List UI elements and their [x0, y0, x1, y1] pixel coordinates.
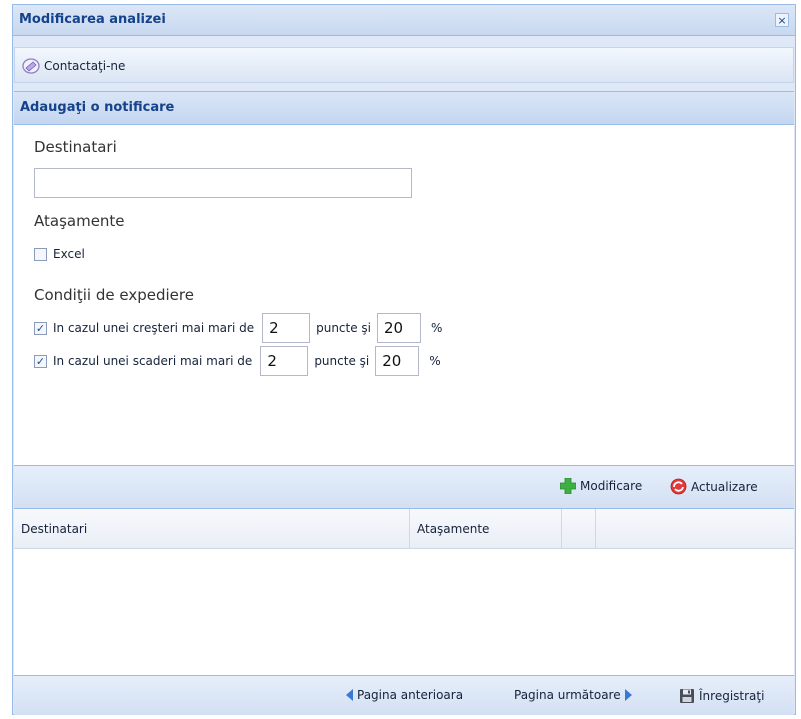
- contact-label: Contactaţi-ne: [44, 59, 126, 73]
- save-button[interactable]: Înregistraţi: [679, 688, 764, 704]
- column-header-attachments[interactable]: Ataşamente: [410, 509, 562, 548]
- add-icon: [560, 478, 576, 494]
- excel-label: Excel: [53, 247, 85, 261]
- decrease-points-input[interactable]: 2: [260, 346, 309, 376]
- conditions-label: Condiţii de expediere: [34, 286, 194, 304]
- decrease-label: In cazul unei scaderi mai mari de: [53, 354, 253, 368]
- pager-toolbar: Pagina anterioara Pagina următoare Înreg…: [14, 675, 794, 715]
- column-header-label: Ataşamente: [417, 522, 490, 536]
- modify-label: Modificare: [580, 479, 643, 493]
- increase-checkbox[interactable]: ✓: [34, 321, 47, 335]
- refresh-icon: [670, 478, 687, 495]
- attachments-label: Ataşamente: [34, 212, 125, 230]
- notification-form: Destinatari Ataşamente Excel Condiţii de…: [14, 125, 794, 465]
- contact-icon: [22, 58, 40, 74]
- refresh-label: Actualizare: [691, 479, 758, 494]
- column-header-extra[interactable]: [562, 509, 596, 548]
- save-label: Înregistraţi: [699, 689, 765, 703]
- recipients-input[interactable]: [34, 168, 412, 198]
- contact-button[interactable]: Contactaţi-ne: [21, 57, 125, 75]
- decrease-points-label: puncte şi: [314, 354, 370, 368]
- decrease-percent-input[interactable]: 20: [375, 346, 420, 376]
- add-notification-title: Adaugaţi o notificare: [20, 100, 175, 115]
- modify-button[interactable]: Modificare: [560, 478, 642, 494]
- recipients-grid-body[interactable]: [14, 549, 794, 675]
- arrow-left-icon: [346, 689, 353, 701]
- increase-condition-row: ✓ In cazul unei creşteri mai mari de 2 p…: [34, 313, 442, 343]
- excel-checkbox[interactable]: [34, 247, 47, 261]
- window-title: Modificarea analizei: [19, 12, 166, 27]
- refresh-button[interactable]: Actualizare: [670, 478, 758, 495]
- floppy-icon: [680, 689, 694, 703]
- column-header-filler: [596, 509, 796, 548]
- decrease-checkbox[interactable]: ✓: [34, 354, 47, 368]
- prev-page-button[interactable]: Pagina anterioara: [346, 688, 463, 702]
- column-header-recipients[interactable]: Destinatari: [14, 509, 410, 548]
- increase-label: In cazul unei creşteri mai mari de: [53, 321, 255, 335]
- arrow-right-icon: [624, 689, 632, 701]
- window-titlebar[interactable]: Modificarea analizei ×: [13, 5, 795, 36]
- increase-percent-sign: %: [431, 321, 443, 335]
- next-page-button[interactable]: Pagina următoare: [514, 688, 632, 702]
- excel-option[interactable]: Excel: [34, 247, 85, 261]
- grid-toolbar: Modificare Actualizare: [14, 465, 794, 509]
- edit-analysis-window: Modificarea analizei × Contactaţi-ne Ada…: [12, 4, 796, 715]
- column-header-label: Destinatari: [21, 522, 88, 536]
- next-page-label: Pagina următoare: [514, 688, 621, 702]
- increase-points-label: puncte şi: [316, 321, 372, 335]
- decrease-condition-row: ✓ In cazul unei scaderi mai mari de 2 pu…: [34, 346, 441, 376]
- top-toolbar: Contactaţi-ne: [14, 47, 794, 83]
- add-notification-header: Adaugaţi o notificare: [14, 91, 794, 125]
- recipients-label: Destinatari: [34, 138, 117, 156]
- decrease-percent-sign: %: [429, 354, 441, 368]
- increase-percent-input[interactable]: 20: [377, 313, 422, 343]
- increase-points-input[interactable]: 2: [262, 313, 311, 343]
- close-icon[interactable]: ×: [775, 13, 789, 27]
- prev-page-label: Pagina anterioara: [357, 688, 464, 702]
- grid-header: Destinatari Ataşamente: [14, 509, 794, 549]
